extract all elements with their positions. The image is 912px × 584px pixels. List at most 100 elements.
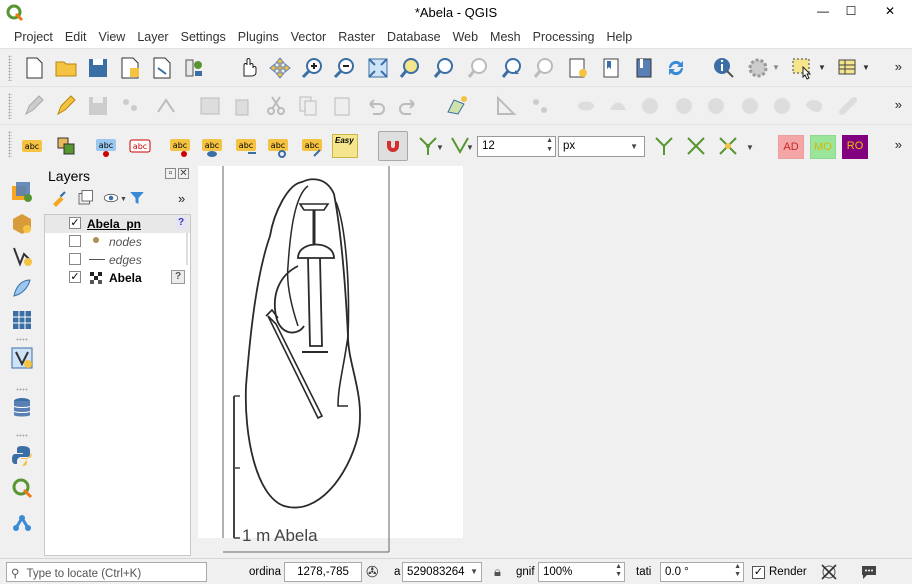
- redo-icon[interactable]: [396, 94, 420, 118]
- close-panel-icon[interactable]: ✕: [178, 168, 189, 179]
- snap-intersection-icon[interactable]: [684, 134, 708, 158]
- chevron-down-icon[interactable]: ▼: [746, 143, 754, 152]
- toggle-label-display-icon[interactable]: abc: [128, 134, 152, 158]
- undo-icon[interactable]: [364, 94, 388, 118]
- new-shapefile-icon[interactable]: [10, 346, 34, 370]
- add-mesh-layer-icon[interactable]: [10, 308, 34, 332]
- zoom-out-icon[interactable]: [332, 56, 356, 80]
- highlight-pinned-labels-icon[interactable]: abc: [94, 134, 118, 158]
- database-icon[interactable]: [10, 396, 34, 420]
- filter-legend-icon[interactable]: [128, 189, 146, 207]
- delete-selected-icon[interactable]: [230, 94, 254, 118]
- toggle-editing-icon[interactable]: [54, 94, 78, 118]
- render-checkbox[interactable]: ✓: [752, 566, 765, 579]
- add-feature-icon[interactable]: [118, 94, 142, 118]
- toolbar-grip[interactable]: [8, 93, 12, 119]
- stepper-down-icon[interactable]: ▼: [546, 146, 553, 153]
- add-point-icon[interactable]: [528, 94, 552, 118]
- stepper-up-icon[interactable]: ▲: [615, 563, 622, 570]
- refresh-icon[interactable]: [664, 56, 688, 80]
- actions-gear-icon[interactable]: [746, 56, 770, 80]
- copy-features-icon[interactable]: [296, 94, 320, 118]
- qgis-plugin-icon[interactable]: [10, 476, 34, 500]
- stepper-up-icon[interactable]: ▲: [546, 137, 553, 144]
- chevron-down-icon[interactable]: ▼: [436, 143, 444, 152]
- select-features-icon[interactable]: [790, 56, 814, 80]
- maximize-button[interactable]: ☐: [836, 0, 866, 22]
- bookmark-book-icon[interactable]: [632, 56, 656, 80]
- menu-processing[interactable]: Processing: [527, 28, 601, 48]
- scrollbar-track[interactable]: [186, 233, 188, 265]
- paste-features-icon[interactable]: [330, 94, 354, 118]
- toolbar-grip[interactable]: [8, 55, 12, 81]
- zoom-to-selection-icon[interactable]: [398, 56, 422, 80]
- stepper-down-icon[interactable]: ▼: [615, 571, 622, 578]
- crs-disabled-icon[interactable]: [820, 563, 838, 581]
- layers-overflow-icon[interactable]: »: [178, 191, 185, 206]
- scale-combobox[interactable]: 529083264 ▼: [402, 562, 482, 582]
- menu-edit[interactable]: Edit: [59, 28, 93, 48]
- new-spatial-bookmark-icon[interactable]: [566, 56, 590, 80]
- map-canvas[interactable]: 1 m Abela: [198, 166, 912, 556]
- stepper-down-icon[interactable]: ▼: [734, 571, 741, 578]
- unknown-crs-icon[interactable]: ?: [171, 270, 185, 284]
- data-source-manager-icon[interactable]: [10, 180, 34, 204]
- toggle-extents-icon[interactable]: ✇: [366, 563, 379, 581]
- chevron-down-icon[interactable]: ▼: [470, 567, 478, 576]
- show-bookmarks-icon[interactable]: [600, 56, 624, 80]
- layer-diagram-icon[interactable]: [54, 134, 78, 158]
- cut-features-icon[interactable]: [264, 94, 288, 118]
- fill-ring-icon[interactable]: [672, 94, 696, 118]
- layer-labeling-icon[interactable]: abc: [20, 134, 44, 158]
- minimize-button[interactable]: —: [808, 0, 838, 22]
- delete-part-icon[interactable]: [738, 94, 762, 118]
- easy-labeling-button[interactable]: Easy: [332, 134, 358, 158]
- locator-search-input[interactable]: ⚲ Type to locate (Ctrl+K): [6, 562, 207, 582]
- modify-attributes-icon[interactable]: [198, 94, 222, 118]
- attribute-table-icon[interactable]: [836, 56, 860, 80]
- layer-checkbox[interactable]: [69, 253, 81, 265]
- menu-project[interactable]: Project: [8, 28, 59, 48]
- zoom-next-icon[interactable]: [532, 56, 556, 80]
- layer-row-abela-pn[interactable]: ✓ Abela_pn ?: [45, 215, 190, 233]
- menu-layer[interactable]: Layer: [131, 28, 174, 48]
- ro-button[interactable]: RO: [842, 135, 868, 159]
- message-log-icon[interactable]: [860, 563, 878, 581]
- chevron-down-icon[interactable]: ▼: [862, 63, 870, 72]
- rotation-stepper[interactable]: 0.0 ° ▲ ▼: [660, 562, 744, 582]
- new-geopackage-icon[interactable]: [10, 212, 34, 236]
- change-label-icon[interactable]: abc: [300, 134, 324, 158]
- layer-row-nodes[interactable]: nodes: [45, 233, 190, 251]
- float-panel-icon[interactable]: ▫: [165, 168, 176, 179]
- layer-row-edges[interactable]: edges: [45, 251, 190, 269]
- ad-button[interactable]: AD: [778, 135, 804, 159]
- save-as-icon[interactable]: [118, 56, 142, 80]
- menu-web[interactable]: Web: [447, 28, 484, 48]
- coordinate-field[interactable]: 1278,-785: [284, 562, 362, 582]
- print-layout-icon[interactable]: [150, 56, 174, 80]
- identify-icon[interactable]: [712, 56, 736, 80]
- rotate-feature-icon[interactable]: [836, 94, 860, 118]
- lock-scale-icon[interactable]: 🔒︎: [494, 564, 501, 580]
- magnifier-stepper[interactable]: 100% ▲ ▼: [538, 562, 625, 582]
- zoom-to-layer-icon[interactable]: [432, 56, 456, 80]
- open-layer-styling-icon[interactable]: [50, 189, 68, 207]
- layer-row-abela[interactable]: ✓ Abela ?: [45, 269, 190, 287]
- split-features-icon[interactable]: [770, 94, 794, 118]
- show-hide-labels-icon[interactable]: abc: [200, 134, 224, 158]
- offset-curve-icon[interactable]: [606, 94, 630, 118]
- toolbar-overflow-icon[interactable]: »: [895, 137, 902, 152]
- merge-features-icon[interactable]: [802, 94, 826, 118]
- menu-raster[interactable]: Raster: [332, 28, 381, 48]
- unknown-crs-icon[interactable]: ?: [175, 217, 187, 229]
- chevron-down-icon[interactable]: ▼: [120, 196, 127, 203]
- style-manager-icon[interactable]: [182, 56, 206, 80]
- close-button[interactable]: ✕: [868, 0, 912, 22]
- menu-vector[interactable]: Vector: [285, 28, 332, 48]
- tracing-icon[interactable]: [716, 134, 740, 158]
- manage-map-themes-icon[interactable]: [102, 189, 120, 207]
- topological-editing-icon[interactable]: [652, 134, 676, 158]
- zoom-full-icon[interactable]: [366, 56, 390, 80]
- pan-to-selection-icon[interactable]: [268, 56, 292, 80]
- python-console-icon[interactable]: [10, 444, 34, 468]
